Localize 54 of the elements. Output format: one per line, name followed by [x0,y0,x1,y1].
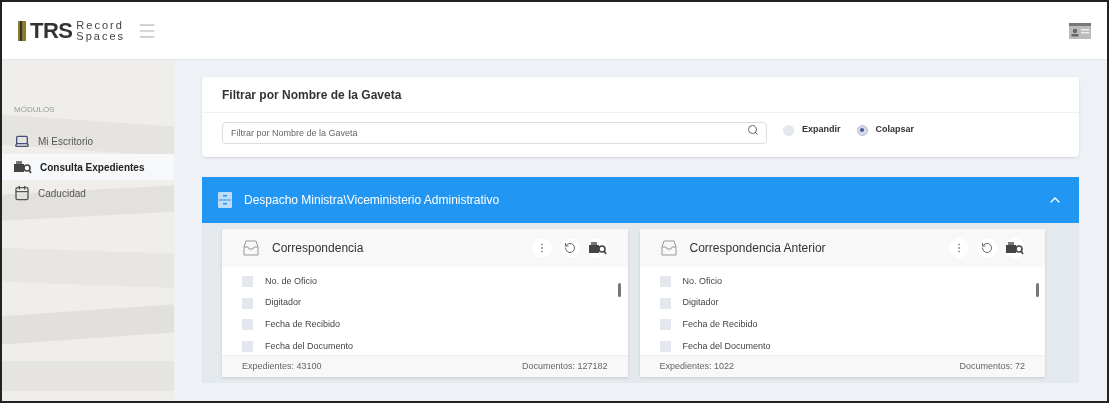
search-icon [14,160,32,174]
nav-item[interactable]: Consulta Expedientes [2,154,174,180]
tray-icon [242,239,260,257]
field-label: Fecha del Documento [682,339,771,353]
nav-item[interactable]: Caducidad [2,180,174,206]
documentos-count: Documentos: 72 [959,359,1025,373]
field-label: No. de Oficio [265,274,318,288]
checkbox[interactable] [659,275,671,287]
tray-icon [659,239,678,257]
group-title: Despacho Ministra\Viceministerio Administrativo [244,192,500,209]
card-title: Filtrar por Nombre de la Gaveta [222,86,402,104]
radio-button[interactable] [856,124,868,136]
drawer-title: Correspondencia [272,240,364,257]
search-icon[interactable] [747,124,759,136]
checkbox[interactable] [659,319,671,331]
field-label: No. Oficio [682,274,722,288]
radio-label: Expandir [802,123,841,137]
search-icon [1006,241,1024,255]
search-button[interactable] [1005,238,1025,258]
expedientes-count: Expedientes: 43100 [242,359,322,373]
checkbox[interactable] [242,319,253,331]
laptop-icon [14,133,30,149]
field-label: Digitador [265,296,302,310]
drawer-icon [218,192,232,208]
undo-icon [563,242,576,254]
field-label: Digitador [682,296,719,310]
field-label: Fecha de Recibido [682,318,758,332]
search-button[interactable] [587,238,608,258]
logo-mark: TRS [30,19,73,42]
undo-icon [981,242,993,254]
checkbox[interactable] [242,297,253,309]
id-card-icon[interactable] [1069,22,1091,39]
logo-icon [18,20,26,41]
calendar-icon [14,185,30,201]
logo-text: Spaces [76,30,126,42]
field-label: Fecha de Recibido [265,318,341,332]
checkbox[interactable] [242,275,253,287]
search-field[interactable]: Filtrar por Nombre de la Gaveta [222,122,767,144]
more-button[interactable] [949,238,969,258]
reset-button[interactable] [559,238,580,258]
reset-button[interactable] [977,238,997,258]
drawer-title: Correspondencia Anterior [689,240,826,257]
more-button[interactable] [531,238,552,258]
logo-text: Record [76,19,125,31]
checkbox[interactable] [242,341,253,353]
checkbox[interactable] [659,297,671,309]
radio-label: Colapsar [875,123,915,137]
documentos-count: Documentos: 127182 [521,359,608,373]
field-label: Fecha del Documento [265,339,354,353]
search-icon [588,241,607,255]
checkbox[interactable] [659,341,671,353]
expedientes-count: Expedientes: 1022 [659,359,735,373]
radio-button[interactable] [783,124,794,136]
section-label: MÓDULOS [13,104,56,116]
